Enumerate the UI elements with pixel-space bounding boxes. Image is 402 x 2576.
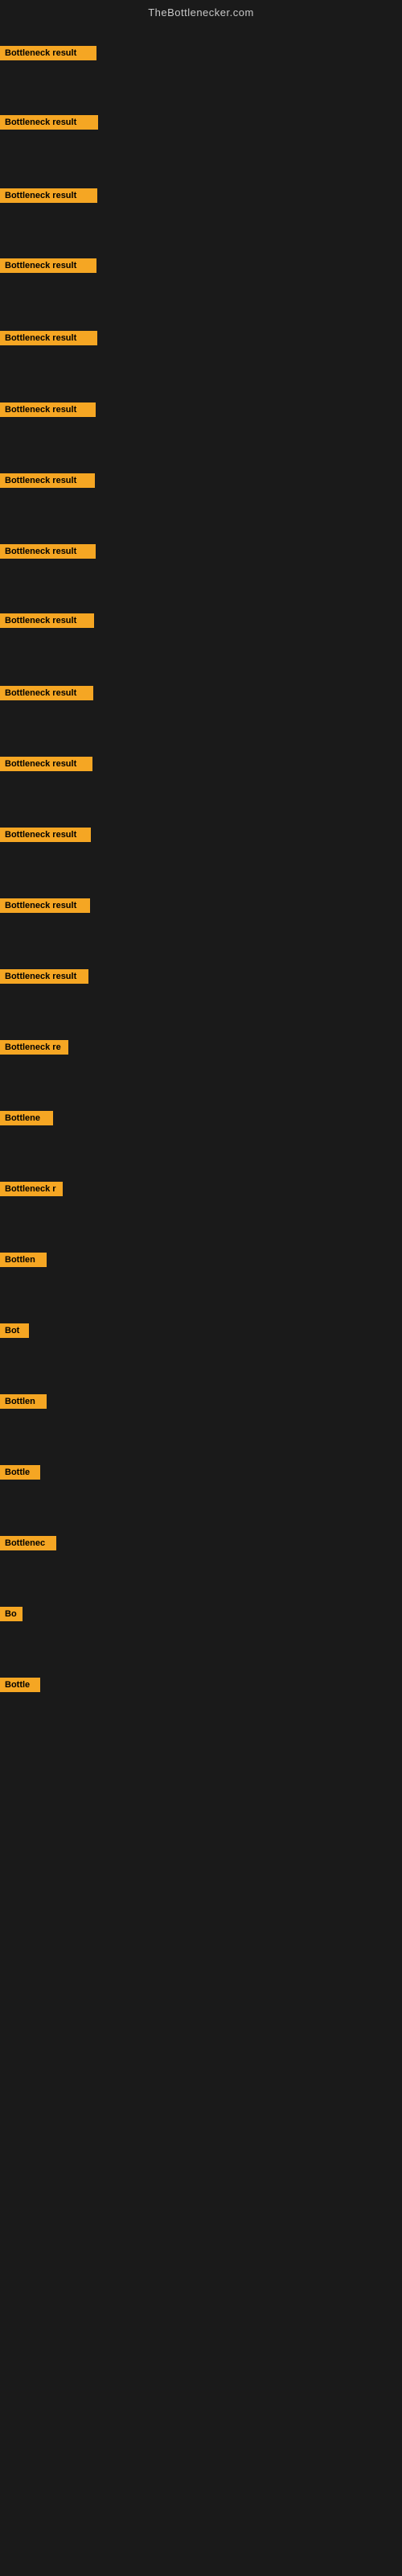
bottleneck-result-item: Bottleneck result <box>0 969 88 984</box>
site-header: TheBottlenecker.com <box>0 0 402 22</box>
bottleneck-result-item: Bottlenec <box>0 1536 56 1550</box>
bottleneck-result-item: Bottle <box>0 1465 40 1480</box>
bottleneck-result-item: Bottleneck result <box>0 686 93 700</box>
bottleneck-result-item: Bottleneck result <box>0 544 96 559</box>
bottleneck-result-item: Bottleneck result <box>0 757 92 771</box>
site-title: TheBottlenecker.com <box>148 6 254 19</box>
bottleneck-result-item: Bottleneck re <box>0 1040 68 1055</box>
bottleneck-result-item: Bottleneck result <box>0 473 95 488</box>
bottleneck-result-item: Bottleneck result <box>0 188 97 203</box>
bottleneck-result-item: Bottlene <box>0 1111 53 1125</box>
bottleneck-result-item: Bottleneck r <box>0 1182 63 1196</box>
bottleneck-result-item: Bottleneck result <box>0 898 90 913</box>
bottleneck-result-item: Bottleneck result <box>0 402 96 417</box>
bottleneck-result-item: Bot <box>0 1323 29 1338</box>
bottleneck-result-item: Bottlen <box>0 1253 47 1267</box>
bottleneck-result-item: Bottle <box>0 1678 40 1692</box>
bottleneck-result-item: Bottleneck result <box>0 115 98 130</box>
bottleneck-result-item: Bottlen <box>0 1394 47 1409</box>
bottleneck-result-item: Bottleneck result <box>0 258 96 273</box>
bottleneck-result-item: Bottleneck result <box>0 46 96 60</box>
bottleneck-result-item: Bottleneck result <box>0 331 97 345</box>
bottleneck-result-item: Bottleneck result <box>0 828 91 842</box>
bottleneck-result-item: Bo <box>0 1607 23 1621</box>
bottleneck-result-item: Bottleneck result <box>0 613 94 628</box>
